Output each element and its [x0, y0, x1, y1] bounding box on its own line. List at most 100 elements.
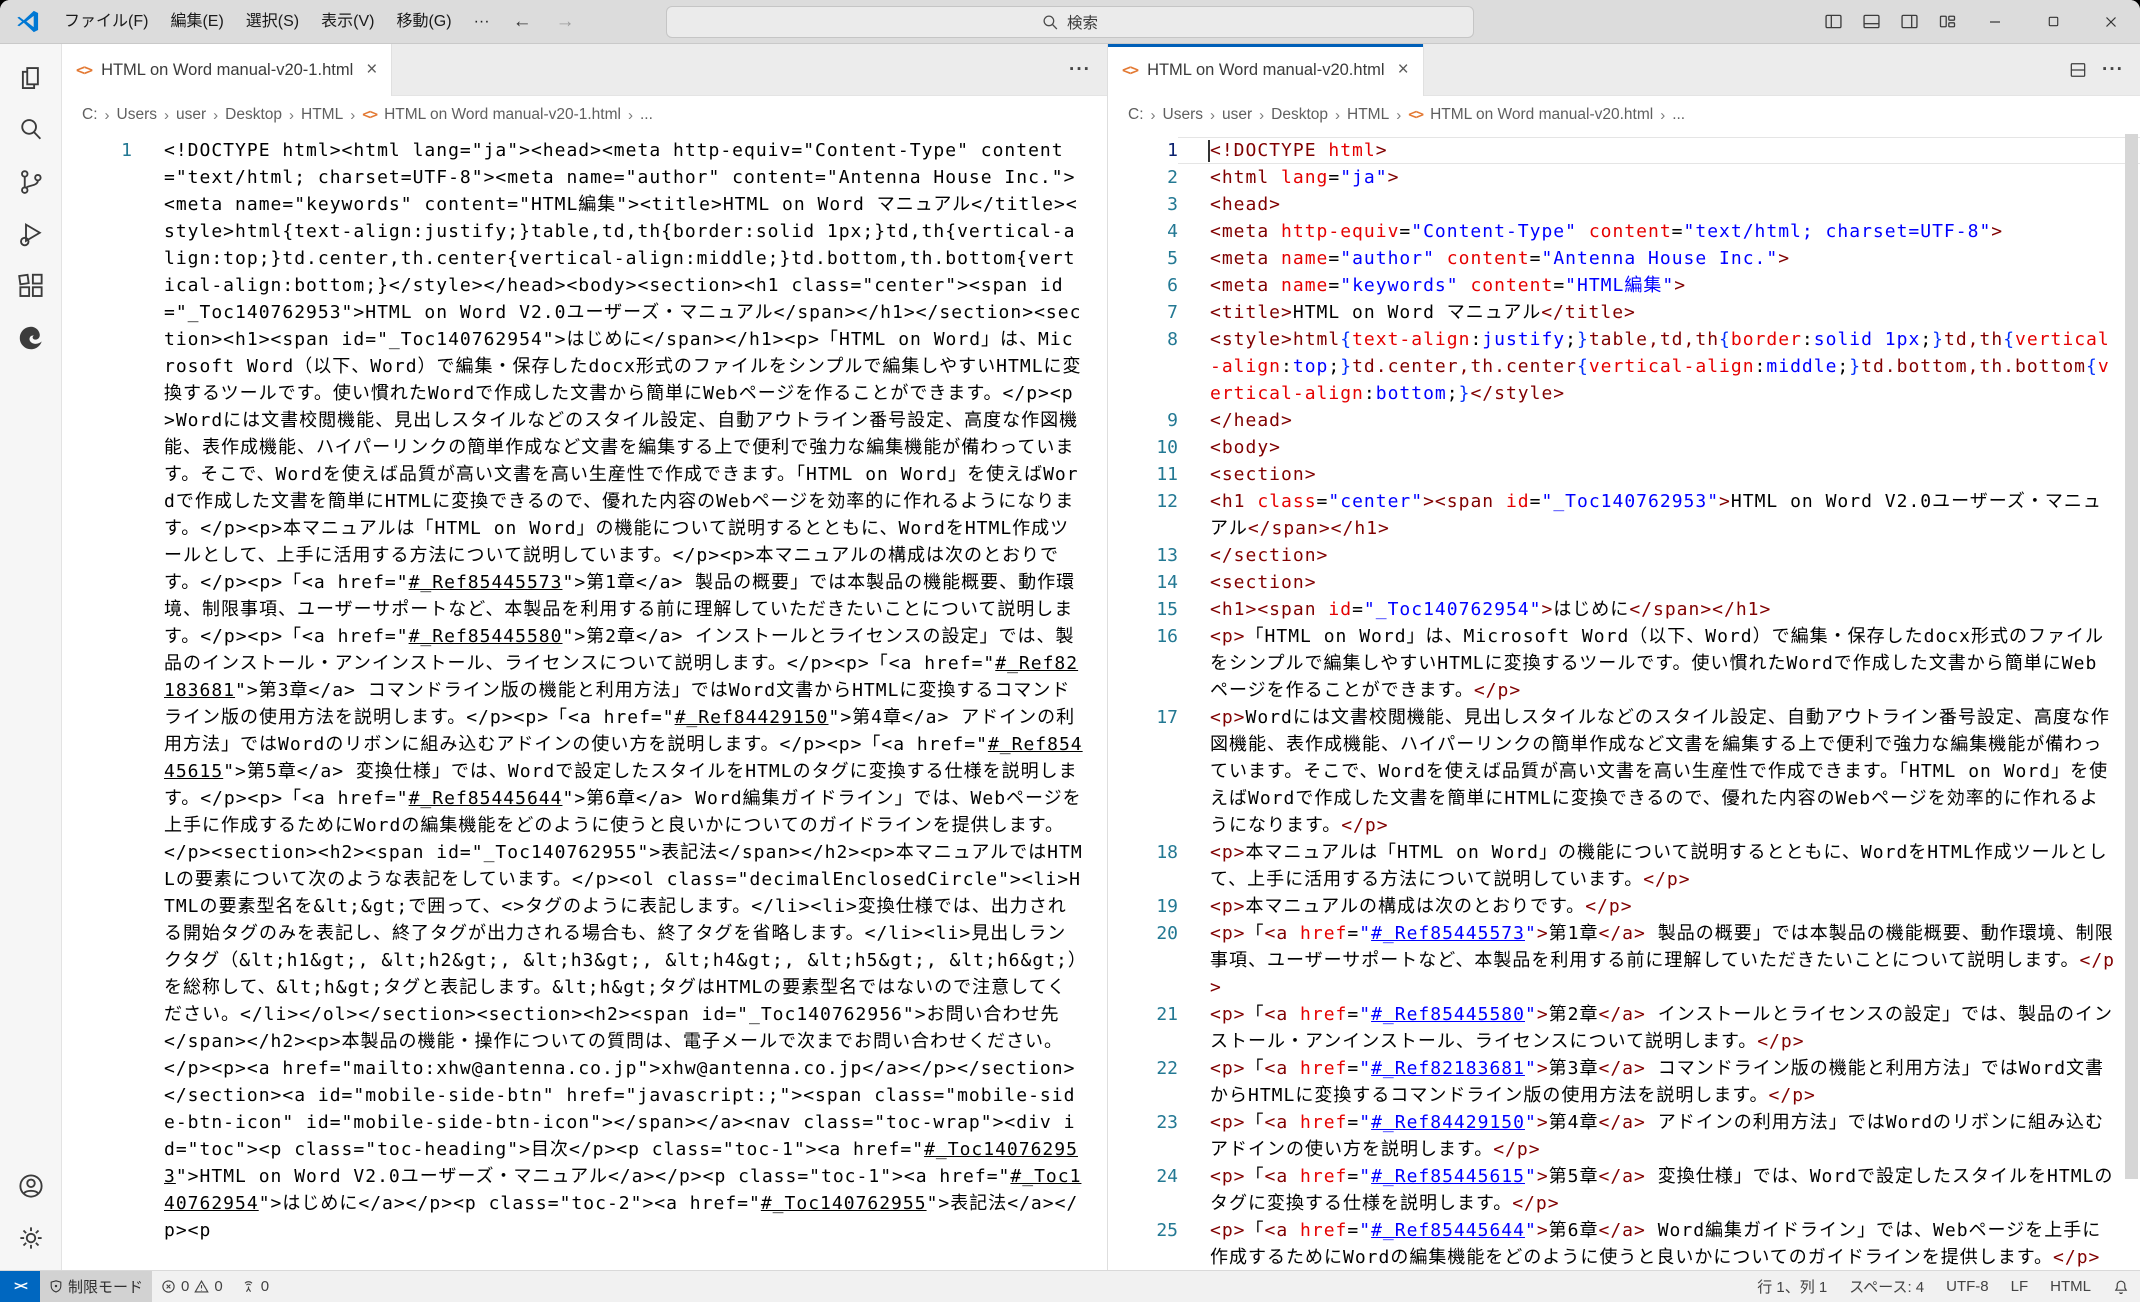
code-line[interactable]: 7 <title>HTML on Word マニュアル</title> [1108, 299, 2140, 326]
search-placeholder: 検索 [1066, 15, 1098, 32]
breadcrumb-item[interactable]: user [176, 106, 206, 124]
breadcrumb-item[interactable]: Users [1163, 106, 1203, 124]
extensions-icon[interactable] [0, 260, 62, 312]
menu-selection[interactable]: 選択(S) [235, 0, 310, 44]
code-line[interactable]: 2 <html lang="ja"> [1108, 164, 2140, 191]
menu-edit[interactable]: 編集(E) [159, 0, 234, 44]
breadcrumb-right: C: › Users › user › Desktop › HTML › <> HTML … [1108, 96, 2140, 134]
chevron-right-icon: › [1150, 106, 1156, 124]
breadcrumb-item[interactable]: Desktop [225, 106, 282, 124]
breadcrumb-item[interactable]: C: [82, 106, 98, 124]
minimize-button[interactable] [1966, 0, 2024, 44]
chevron-right-icon: › [627, 106, 633, 124]
code-line[interactable]: 8 <style>html{text-align:justify;}table,t… [1108, 326, 2140, 407]
close-window-button[interactable] [2082, 0, 2140, 44]
breadcrumb-item[interactable]: Desktop [1271, 106, 1328, 124]
code-line[interactable]: 17 <p>Wordには文書校閲機能、見出しスタイルなどのスタイル設定、自動アウト… [1108, 704, 2140, 839]
breadcrumb-item[interactable]: HTML [1347, 106, 1389, 124]
code-line[interactable]: 1 <!DOCTYPE html> [1108, 137, 2140, 164]
code-line[interactable]: 5 <meta name="author" content="Antenna Ho… [1108, 245, 2140, 272]
breadcrumb-file[interactable]: HTML on Word manual-v20.html [1430, 106, 1653, 124]
code-line[interactable]: 25 <p>「<a href="#_Ref85445644">第6章</a> Wo… [1108, 1217, 2140, 1270]
toggle-primary-sidebar-icon[interactable] [1814, 0, 1852, 44]
language-mode[interactable]: HTML [2039, 1271, 2102, 1302]
customize-layout-icon[interactable] [1928, 0, 1966, 44]
editor-right[interactable]: 1 <!DOCTYPE html> 2 <html lang="ja"> 3 <head>… [1108, 134, 2140, 1270]
search-sidebar-icon[interactable] [0, 104, 62, 156]
settings-gear-icon[interactable] [0, 1212, 62, 1264]
close-tab-icon[interactable]: × [1398, 59, 1409, 81]
code-text: </head> [1210, 410, 1293, 431]
command-center-search[interactable]: 検索 [666, 6, 1474, 38]
forward-icon[interactable]: → [544, 11, 587, 33]
breadcrumb-item[interactable]: HTML [301, 106, 343, 124]
code-line[interactable]: 14 <section> [1108, 569, 2140, 596]
breadcrumb-item[interactable]: C: [1128, 106, 1144, 124]
explorer-icon[interactable] [0, 52, 62, 104]
editor-left[interactable]: 1 <!DOCTYPE html><html lang="ja"><head><m… [62, 134, 1107, 1270]
tab-manual-v20-1[interactable]: <> HTML on Word manual-v20-1.html × [62, 44, 393, 96]
indentation[interactable]: スペース: 4 [1838, 1271, 1935, 1302]
code-line[interactable]: 20 <p>「<a href="#_Ref85445573">第1章</a> 製品… [1108, 920, 2140, 1001]
code-line[interactable]: 13 </section> [1108, 542, 2140, 569]
run-debug-icon[interactable] [0, 208, 62, 260]
vscode-window: ファイル(F) 編集(E) 選択(S) 表示(V) 移動(G) ··· ← → … [0, 0, 2140, 1302]
code-line[interactable]: 15 <h1><span id="_Toc140762954">はじめに</spa… [1108, 596, 2140, 623]
encoding[interactable]: UTF-8 [1935, 1271, 2000, 1302]
breadcrumb-item[interactable]: user [1222, 106, 1252, 124]
code-line[interactable]: 24 <p>「<a href="#_Ref85445615">第5章</a> 変換… [1108, 1163, 2140, 1217]
code-line[interactable]: 4 <meta http-equiv="Content-Type" content… [1108, 218, 2140, 245]
close-tab-icon[interactable]: × [366, 59, 377, 81]
back-icon[interactable]: ← [501, 11, 544, 33]
breadcrumb-item[interactable]: ... [640, 106, 653, 124]
maximize-button[interactable] [2024, 0, 2082, 44]
code-line[interactable]: 18 <p>本マニュアルは「HTML on Word」の機能について説明するととも… [1108, 839, 2140, 893]
editor-actions-more-icon[interactable]: ··· [2102, 59, 2124, 81]
code-line[interactable]: 1 <!DOCTYPE html><html lang="ja"><head><m… [62, 137, 1107, 1244]
code-line[interactable]: 12 <h1 class="center"><span id="_Toc14076… [1108, 488, 2140, 542]
edge-devtools-icon[interactable] [0, 312, 62, 364]
breadcrumb-left: C: › Users › user › Desktop › HTML › <> HTML … [62, 96, 1107, 134]
code-area-right[interactable]: 1 <!DOCTYPE html> 2 <html lang="ja"> 3 <head>… [1108, 134, 2140, 1270]
code-line[interactable]: 16 <p>「HTML on Word」は、Microsoft Word（以下、W… [1108, 623, 2140, 704]
tab-manual-v20[interactable]: <> HTML on Word manual-v20.html × [1108, 44, 1424, 96]
code-line[interactable]: 21 <p>「<a href="#_Ref85445580">第2章</a> イン… [1108, 1001, 2140, 1055]
menu-view[interactable]: 表示(V) [310, 0, 385, 44]
code-line[interactable]: 10 <body> [1108, 434, 2140, 461]
code-line[interactable]: 23 <p>「<a href="#_Ref84429150">第4章</a> アド… [1108, 1109, 2140, 1163]
chevron-right-icon: › [350, 106, 356, 124]
chevron-right-icon: › [1209, 106, 1215, 124]
line-number: 3 [1167, 194, 1178, 215]
menu-file[interactable]: ファイル(F) [53, 0, 159, 44]
editor-actions-more-icon[interactable]: ··· [1069, 59, 1091, 81]
notifications-bell-icon[interactable] [2102, 1271, 2140, 1302]
ports-indicator[interactable]: 0 [232, 1271, 278, 1302]
toggle-panel-icon[interactable] [1852, 0, 1890, 44]
cursor-position[interactable]: 行 1、列 1 [1746, 1271, 1838, 1302]
code-area-left[interactable]: 1 <!DOCTYPE html><html lang="ja"><head><m… [62, 134, 1107, 1270]
activity-bar [0, 44, 62, 1270]
code-line[interactable]: 11 <section> [1108, 461, 2140, 488]
code-line[interactable]: 9 </head> [1108, 407, 2140, 434]
breadcrumb-item[interactable]: Users [117, 106, 157, 124]
warnings-icon [194, 1279, 210, 1293]
code-text: <meta name="keywords" content="HTML編集"> [1210, 275, 1687, 296]
breadcrumb-file[interactable]: HTML on Word manual-v20-1.html [384, 106, 621, 124]
code-line[interactable]: 6 <meta name="keywords" content="HTML編集"> [1108, 272, 2140, 299]
eol-sequence[interactable]: LF [2000, 1271, 2040, 1302]
menu-go[interactable]: 移動(G) [385, 0, 462, 44]
menu-more-icon[interactable]: ··· [463, 0, 501, 44]
source-control-icon[interactable] [0, 156, 62, 208]
remote-indicator[interactable]: >< [0, 1271, 40, 1302]
account-icon[interactable] [0, 1160, 62, 1212]
code-line[interactable]: 22 <p>「<a href="#_Ref82183681">第3章</a> コマ… [1108, 1055, 2140, 1109]
restricted-mode-badge[interactable]: 制限モード [40, 1271, 153, 1302]
toggle-secondary-sidebar-icon[interactable] [1890, 0, 1928, 44]
scrollbar-thumb[interactable] [2125, 134, 2138, 1179]
code-line[interactable]: 19 <p>本マニュアルの構成は次のとおりです。</p> [1108, 893, 2140, 920]
breadcrumb-item[interactable]: ... [1672, 106, 1685, 124]
code-line[interactable]: 3 <head> [1108, 191, 2140, 218]
split-editor-icon[interactable] [2068, 60, 2088, 80]
chevron-right-icon: › [289, 106, 295, 124]
problems-indicator[interactable]: 0 0 [152, 1271, 232, 1302]
